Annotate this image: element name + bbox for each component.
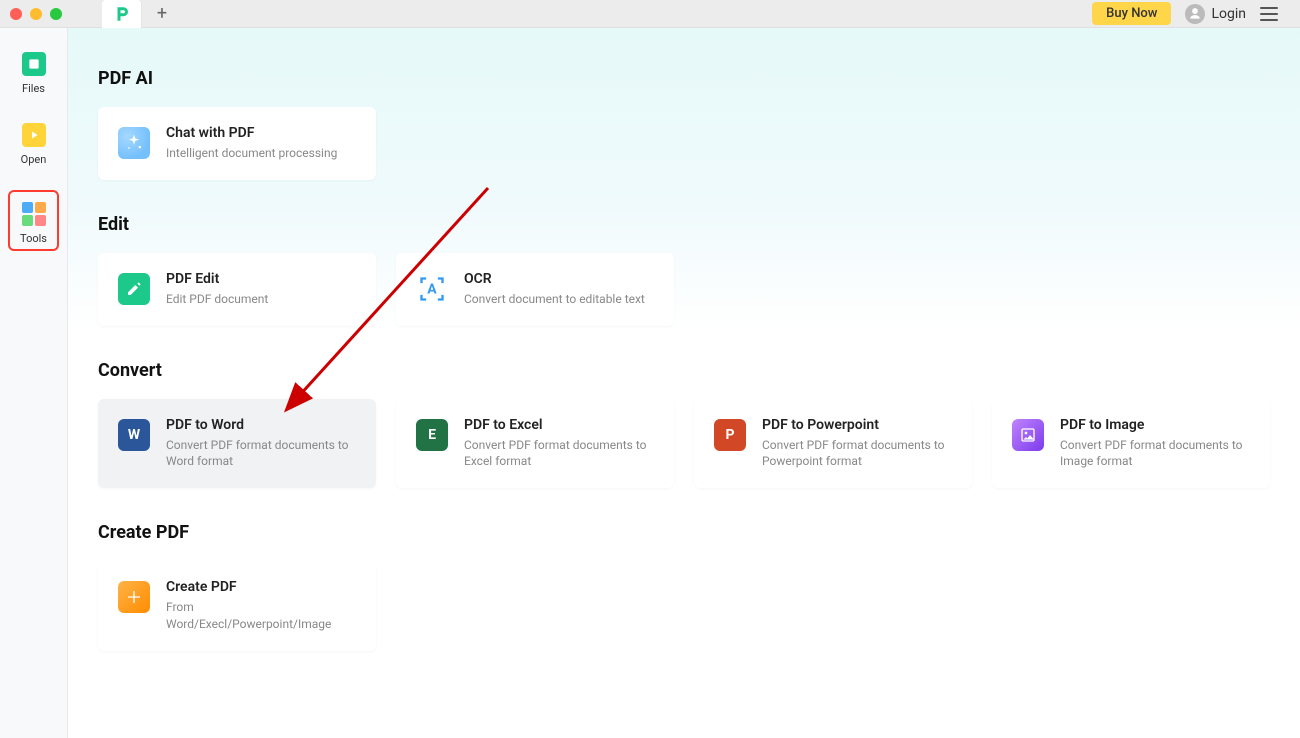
user-avatar-icon xyxy=(1185,4,1205,24)
card-title: OCR xyxy=(464,271,645,287)
tab-strip: + xyxy=(102,0,182,28)
close-window[interactable] xyxy=(10,8,22,20)
app-logo-icon xyxy=(113,5,131,23)
card-pdf-to-image[interactable]: PDF to Image Convert PDF format document… xyxy=(992,399,1270,489)
sidebar-label-open: Open xyxy=(21,153,47,166)
card-desc: Edit PDF document xyxy=(166,291,268,308)
minimize-window[interactable] xyxy=(30,8,42,20)
new-tab-button[interactable]: + xyxy=(142,0,182,28)
card-title: PDF to Excel xyxy=(464,417,654,433)
word-icon: W xyxy=(118,419,150,451)
section-title-pdf-ai: PDF AI xyxy=(98,68,1270,89)
card-title: Chat with PDF xyxy=(166,125,337,141)
card-title: PDF to Word xyxy=(166,417,356,433)
section-title-create-pdf: Create PDF xyxy=(98,522,1270,543)
sparkle-icon xyxy=(118,127,150,159)
card-title: PDF Edit xyxy=(166,271,268,287)
card-create-pdf[interactable]: Create PDF From Word/Execl/Powerpoint/Im… xyxy=(98,561,376,651)
window-controls xyxy=(10,8,62,20)
card-chat-with-pdf[interactable]: Chat with PDF Intelligent document proce… xyxy=(98,107,376,180)
main-content: PDF AI Chat with PDF Intelligent documen… xyxy=(68,28,1300,738)
menu-button[interactable] xyxy=(1260,3,1282,25)
image-icon xyxy=(1012,419,1044,451)
tools-icon xyxy=(22,202,46,226)
card-ocr[interactable]: A OCR Convert document to editable text xyxy=(396,253,674,326)
maximize-window[interactable] xyxy=(50,8,62,20)
card-desc: Convert PDF format documents to Excel fo… xyxy=(464,437,654,471)
card-desc: Intelligent document processing xyxy=(166,145,337,162)
sidebar-label-tools: Tools xyxy=(20,232,47,245)
card-desc: Convert PDF format documents to Powerpoi… xyxy=(762,437,952,471)
open-icon xyxy=(22,123,46,147)
powerpoint-icon: P xyxy=(714,419,746,451)
ocr-icon: A xyxy=(416,273,448,305)
card-desc: Convert PDF format documents to Image fo… xyxy=(1060,437,1250,471)
card-title: PDF to Image xyxy=(1060,417,1250,433)
card-pdf-to-word[interactable]: W PDF to Word Convert PDF format documen… xyxy=(98,399,376,489)
edit-icon xyxy=(118,273,150,305)
card-pdf-to-excel[interactable]: E PDF to Excel Convert PDF format docume… xyxy=(396,399,674,489)
home-tab[interactable] xyxy=(102,0,142,28)
card-pdf-edit[interactable]: PDF Edit Edit PDF document xyxy=(98,253,376,326)
sidebar-item-files[interactable]: Files xyxy=(16,48,52,99)
card-desc: From Word/Execl/Powerpoint/Image xyxy=(166,599,356,633)
svg-text:A: A xyxy=(427,281,437,297)
card-title: Create PDF xyxy=(166,579,356,595)
card-desc: Convert PDF format documents to Word for… xyxy=(166,437,356,471)
excel-icon: E xyxy=(416,419,448,451)
create-pdf-icon xyxy=(118,581,150,613)
login-label: Login xyxy=(1211,6,1246,22)
buy-now-button[interactable]: Buy Now xyxy=(1092,2,1171,25)
card-desc: Convert document to editable text xyxy=(464,291,645,308)
sidebar-label-files: Files xyxy=(22,82,45,95)
titlebar: + Buy Now Login xyxy=(0,0,1300,28)
card-pdf-to-powerpoint[interactable]: P PDF to Powerpoint Convert PDF format d… xyxy=(694,399,972,489)
login-button[interactable]: Login xyxy=(1185,4,1246,24)
section-title-edit: Edit xyxy=(98,214,1270,235)
section-title-convert: Convert xyxy=(98,360,1270,381)
files-icon xyxy=(22,52,46,76)
sidebar: Files Open Tools xyxy=(0,28,68,738)
card-title: PDF to Powerpoint xyxy=(762,417,952,433)
sidebar-item-tools[interactable]: Tools xyxy=(8,190,59,251)
sidebar-item-open[interactable]: Open xyxy=(15,119,53,170)
